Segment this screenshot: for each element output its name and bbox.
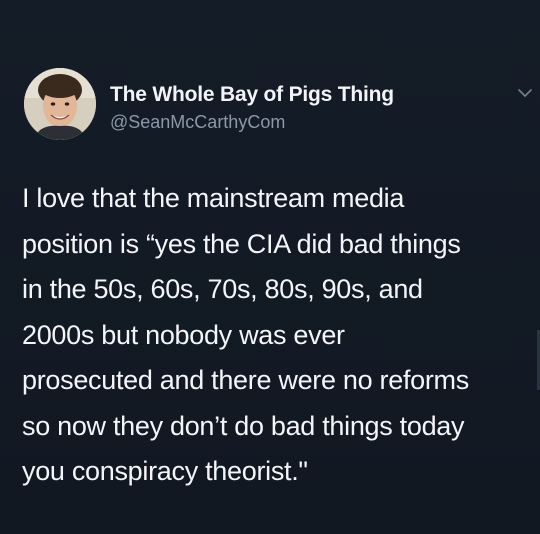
tweet-card: The Whole Bay of Pigs Thing @SeanMcCarth…	[0, 0, 540, 534]
user-handle[interactable]: @SeanMcCarthyCom	[110, 112, 285, 133]
tweet-text-line: in the 50s, 60s, 70s, 80s, 90s, and	[22, 274, 423, 304]
chevron-down-icon[interactable]	[516, 86, 534, 100]
tweet-text-line: position is “yes the CIA did bad things	[22, 228, 461, 259]
tweet-text-line: 2000s but nobody was ever	[22, 319, 345, 350]
tweet-text: I love that the mainstream media positio…	[22, 176, 534, 495]
tweet-text-line: so now they don’t do bad things today	[22, 410, 465, 441]
tweet-text-line: I love that the mainstream media	[22, 183, 405, 213]
display-name[interactable]: The Whole Bay of Pigs Thing	[110, 83, 394, 107]
tweet-text-line: you conspiracy theorist."	[22, 456, 308, 486]
tweet-text-line: prosecuted and there were no reforms	[22, 365, 469, 395]
avatar[interactable]	[24, 68, 96, 140]
avatar-image	[24, 68, 96, 140]
